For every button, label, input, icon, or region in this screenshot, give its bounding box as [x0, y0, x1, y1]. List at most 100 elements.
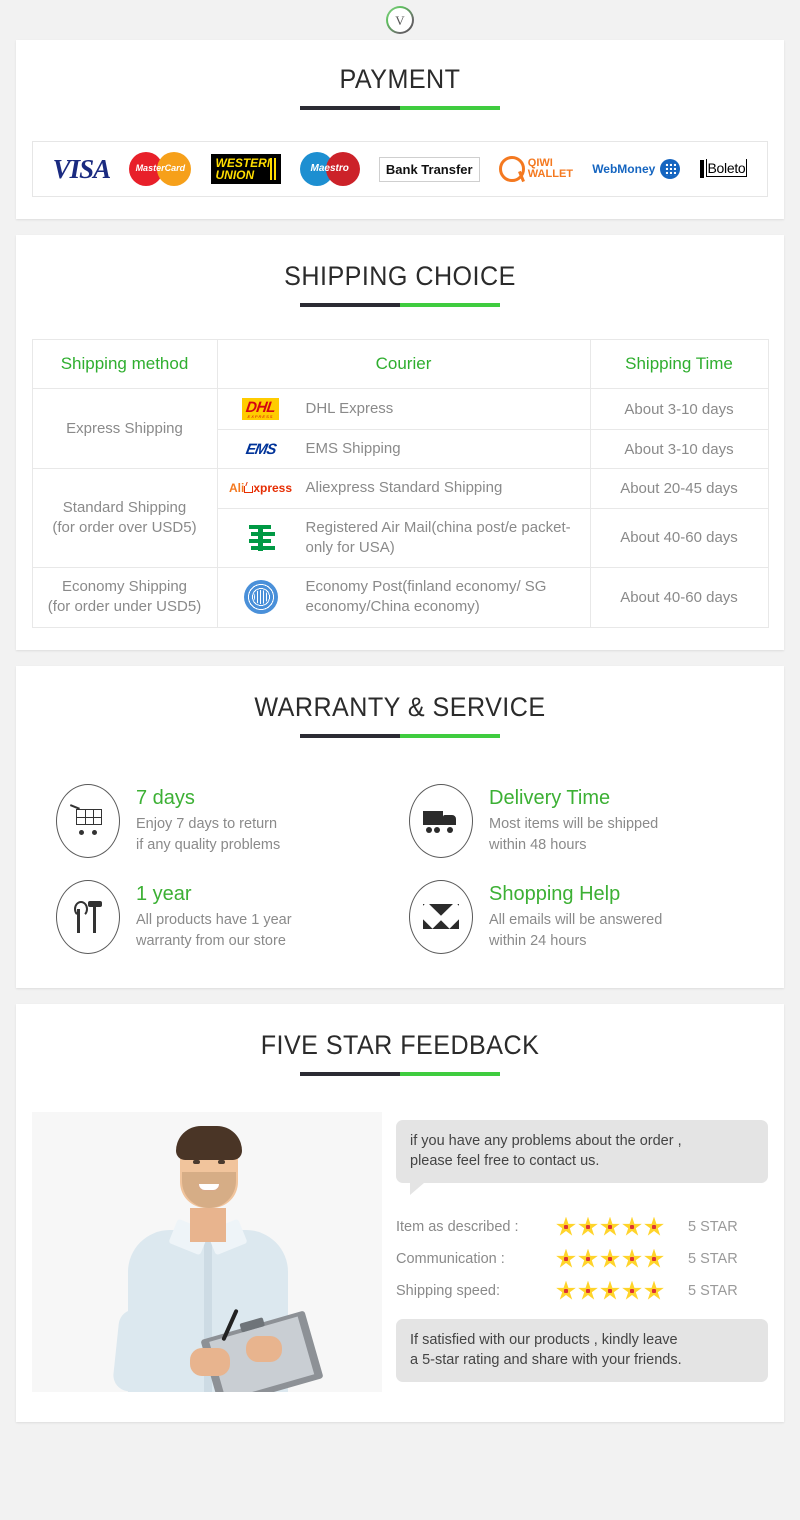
cell-time: About 20-45 days	[589, 468, 769, 509]
rating-row-shipping-speed: Shipping speed: 5 STAR	[396, 1280, 768, 1301]
cell-method-economy: Economy Shipping (for order under USD5)	[31, 567, 218, 628]
warranty-heading: 1 year	[136, 882, 192, 905]
cell-method-standard: Standard Shipping (for order over USD5)	[31, 468, 218, 568]
star-icon	[600, 1280, 620, 1301]
warranty-item-help: Shopping Help All emails will be answere…	[409, 879, 744, 954]
warranty-heading: 7 days	[136, 786, 195, 809]
divider-green	[400, 733, 500, 738]
boleto-bar	[699, 160, 704, 178]
star-icon	[556, 1280, 576, 1301]
star-icon	[644, 1280, 664, 1301]
star-icon	[578, 1280, 598, 1301]
rating-row-item-as-described: Item as described : 5 STAR	[396, 1216, 768, 1237]
shipping-section: SHIPPING CHOICE Shipping method Courier …	[16, 235, 784, 650]
chevron-down-circle-icon[interactable]: V	[386, 6, 414, 34]
contact-bubble: if you have any problems about the order…	[396, 1119, 768, 1195]
chevron-glyph: V	[388, 8, 412, 32]
warranty-divider	[300, 733, 500, 738]
method-name: Standard Shipping	[62, 498, 187, 516]
rating-value: 5 STAR	[688, 1218, 738, 1235]
column-header-courier: Courier	[216, 339, 591, 389]
courier-name: Registered Air Mail(china post/e packet-…	[305, 518, 571, 556]
boleto-logo: Boleto	[699, 159, 748, 178]
qiwi-q-icon	[498, 156, 525, 182]
cell-courier-economy-post: Economy Post(finland economy/ SG economy…	[216, 567, 591, 628]
courier-name: Aliexpress Standard Shipping	[305, 479, 503, 497]
visa-label: VISA	[52, 153, 112, 184]
mastercard-label: MasterCard	[135, 163, 186, 173]
tools-icon	[56, 879, 120, 954]
warranty-item-warranty: 1 year All products have 1 year warranty…	[56, 879, 391, 954]
cell-time: About 40-60 days	[589, 567, 769, 628]
method-name: Express Shipping	[66, 419, 183, 437]
warranty-line1: Enjoy 7 days to return	[136, 815, 278, 832]
rating-label: Shipping speed:	[396, 1282, 500, 1299]
star-icon	[622, 1248, 642, 1269]
contact-bubble-line1: if you have any problems about the order…	[410, 1132, 682, 1149]
cell-courier-aliexpress: Ali xpress Aliexpress Standard Shipping	[216, 468, 591, 509]
boleto-label: Boleto	[705, 159, 748, 177]
divider-dark	[300, 1071, 400, 1076]
rating-row-communication: Communication : 5 STAR	[396, 1248, 768, 1269]
divider-dark	[300, 106, 400, 110]
un-globe-logo	[222, 580, 300, 615]
divider-green	[400, 106, 500, 110]
method-name: Economy Shipping	[61, 578, 188, 595]
warranty-heading: Delivery Time	[489, 786, 611, 809]
rating-request-line2: a 5-star rating and share with your frie…	[410, 1352, 682, 1369]
bank-transfer-label: Bank Transfer	[378, 156, 480, 182]
star-icon	[644, 1248, 664, 1269]
cell-courier-dhl: DHL EXPRESS DHL Express	[216, 388, 591, 430]
star-icon	[600, 1216, 620, 1237]
delivery-truck-icon	[409, 783, 473, 858]
warranty-line1: Most items will be shipped	[489, 815, 659, 832]
divider-dark	[300, 733, 400, 738]
divider-green	[400, 1071, 500, 1076]
ratings-list: Item as described : 5 STAR Communication…	[396, 1216, 768, 1301]
warranty-line2: if any quality problems	[136, 837, 281, 854]
payment-logos-strip: VISA MasterCard WESTERN UNION Maestro Ba…	[32, 141, 768, 197]
table-row: Standard Shipping (for order over USD5) …	[31, 468, 769, 568]
aliexpress-logo: Ali xpress	[228, 481, 293, 496]
rating-request-line1: If satisfied with our products , kindly …	[410, 1331, 678, 1348]
payment-section: PAYMENT VISA MasterCard WESTERN UNION Ma…	[16, 40, 784, 219]
western-union-line2: UNION	[215, 168, 255, 182]
divider-green	[400, 303, 500, 307]
cell-time: About 3-10 days	[589, 388, 769, 430]
divider-dark	[300, 303, 400, 307]
star-icon	[622, 1280, 642, 1301]
payment-title: PAYMENT	[339, 64, 461, 94]
mastercard-logo: MasterCard	[129, 152, 192, 186]
webmoney-label: WebMoney	[592, 162, 656, 176]
payment-divider	[300, 106, 500, 110]
courier-name: Economy Post(finland economy/ SG economy…	[305, 578, 547, 616]
star-rating-icons	[556, 1248, 678, 1269]
feedback-divider	[300, 1071, 500, 1076]
shipping-title: SHIPPING CHOICE	[284, 261, 516, 291]
rating-label: Item as described :	[396, 1218, 519, 1235]
warranty-section: WARRANTY & SERVICE 7 days Enjoy 7 days t…	[16, 665, 784, 988]
shopping-cart-icon	[56, 783, 120, 858]
courier-name: EMS Shipping	[305, 440, 401, 457]
star-icon	[556, 1248, 576, 1269]
feedback-section: FIVE STAR FEEDBACK if you have any probl…	[16, 1003, 784, 1422]
table-row: Economy Shipping (for order under USD5) …	[31, 567, 769, 628]
maestro-label: Maestro	[310, 163, 349, 174]
warranty-grid: 7 days Enjoy 7 days to return if any qua…	[56, 783, 744, 954]
dhl-logo: DHL EXPRESS	[222, 398, 300, 420]
star-icon	[622, 1216, 642, 1237]
cell-method-express: Express Shipping	[31, 387, 218, 470]
western-union-bars	[269, 157, 277, 181]
contact-bubble-line2: please feel free to contact us.	[410, 1153, 600, 1170]
star-icon	[644, 1216, 664, 1237]
method-note: (for order under USD5)	[47, 598, 202, 616]
star-icon	[578, 1248, 598, 1269]
visa-logo: VISA	[52, 153, 112, 185]
table-row: Express Shipping DHL EXPRESS DHL Express …	[31, 387, 769, 470]
star-rating-icons	[556, 1280, 678, 1301]
smiling-man-with-clipboard-photo	[32, 1111, 382, 1392]
western-union-logo: WESTERN UNION	[210, 153, 281, 185]
shipping-divider	[300, 303, 500, 307]
method-note: (for order over USD5)	[52, 519, 197, 537]
warranty-heading: Shopping Help	[489, 882, 621, 905]
